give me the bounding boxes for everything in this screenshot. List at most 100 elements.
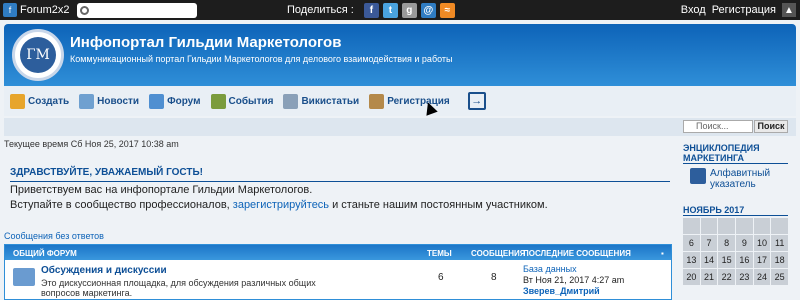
welcome-line-2: Вступайте в сообщество профессионалов, з… — [10, 198, 670, 213]
news-icon — [79, 93, 95, 109]
nav-label: События — [228, 95, 274, 107]
calendar-day[interactable]: 7 — [700, 235, 718, 251]
calendar-day[interactable]: 23 — [735, 269, 753, 285]
unanswered-link[interactable]: Сообщения без ответов — [4, 231, 104, 241]
facebook-icon[interactable]: f — [363, 2, 379, 18]
calendar-day[interactable]: 9 — [735, 235, 753, 251]
nav-register[interactable]: Регистрация — [369, 93, 450, 109]
calendar-day[interactable]: 10 — [753, 235, 771, 251]
calendar-day — [683, 218, 700, 234]
nav-forum[interactable]: Форум — [149, 93, 201, 109]
table-row[interactable]: Обсуждения и дискуссии Это дискуссионная… — [5, 260, 671, 300]
calendar-day[interactable]: 15 — [718, 252, 735, 268]
login-icon[interactable]: → — [467, 92, 486, 110]
calendar-day[interactable]: 8 — [718, 235, 735, 251]
calendar-day — [753, 218, 771, 234]
forum-description: Это дискуссионная площадка, для обсужден… — [41, 278, 316, 298]
email-icon[interactable]: @ — [420, 2, 436, 18]
nav-events[interactable]: События — [210, 93, 274, 109]
document-icon — [283, 93, 299, 109]
last-post-date: Вт Ноя 21, 2017 4:27 am — [523, 275, 625, 285]
calendar-day[interactable]: 6 — [683, 235, 700, 251]
welcome-line-2-start: Вступайте в сообщество профессионалов, — [10, 199, 233, 211]
site-description: Коммуникационный портал Гильдии Маркетол… — [70, 54, 453, 64]
last-post: База данных Вт Ноя 21, 2017 4:27 am Звер… — [523, 264, 624, 297]
alphabetical-index-line-2: указатель — [710, 179, 756, 190]
calendar-day[interactable]: 24 — [753, 269, 771, 285]
calendar-day[interactable]: 13 — [683, 252, 700, 268]
nav-wiki[interactable]: Викистатьи — [283, 93, 360, 109]
forum-name-link[interactable]: Обсуждения и дискуссии — [41, 265, 167, 276]
guild-logo-monogram: ГМ — [20, 37, 56, 73]
main-nav: Создать Новости Форум События Викистатьи… — [4, 86, 796, 116]
calendar-day — [771, 218, 788, 234]
last-post-user-link[interactable]: Зверев_Дмитрий — [523, 286, 624, 297]
collapse-icon[interactable]: ▪ — [661, 249, 664, 258]
site-title: Инфопортал Гильдии Маркетологов — [70, 34, 342, 51]
calendar-day[interactable]: 16 — [735, 252, 753, 268]
calendar-title: НОЯБРЬ 2017 — [683, 205, 788, 216]
brand-label: Forum2x2 — [20, 4, 70, 16]
calendar-day[interactable]: 25 — [771, 269, 788, 285]
calendar-day[interactable]: 14 — [700, 252, 718, 268]
sub-bar — [4, 118, 796, 136]
current-time: Текущее время Сб Ноя 25, 2017 10:38 am — [4, 139, 179, 149]
calendar-day[interactable]: 11 — [771, 235, 788, 251]
posts-count: 8 — [491, 272, 497, 283]
google-icon[interactable]: g — [401, 2, 417, 18]
welcome-line-2-end: и станьте нашим постоянным участником. — [329, 199, 548, 211]
nav-label: Викистатьи — [301, 95, 360, 107]
forum-topbar: f Forum2x2 Поделиться : f t g @ ≈ Вход Р… — [0, 0, 800, 20]
nav-label: Создать — [28, 95, 70, 107]
nav-label: Новости — [97, 95, 140, 107]
forum2x2-logo[interactable]: f Forum2x2 — [0, 3, 72, 17]
calendar-day[interactable]: 21 — [700, 269, 718, 285]
calendar-day — [700, 218, 718, 234]
search-icon — [80, 5, 89, 15]
register-form-icon — [369, 93, 385, 109]
forum-folder-icon — [13, 268, 35, 286]
forum-search-button[interactable]: Поиск — [754, 120, 788, 133]
calendar-day — [718, 218, 735, 234]
calendar-grid: 6 7 8 9 10 11 13 14 15 16 17 18 20 21 22 23 24 25 — [683, 218, 788, 285]
calendar-day[interactable]: 20 — [683, 269, 700, 285]
alphabetical-index-link[interactable]: Алфавитный указатель — [710, 168, 770, 190]
calendar-day[interactable]: 18 — [771, 252, 788, 268]
col-forum: ОБЩИЙ ФОРУМ — [13, 249, 77, 258]
twitter-icon[interactable]: t — [382, 2, 398, 18]
nav-label: Форум — [167, 95, 201, 107]
chat-bubbles-icon — [149, 93, 165, 109]
top-search-input[interactable] — [77, 2, 197, 18]
forum-table: ОБЩИЙ ФОРУМ ТЕМЫ СООБЩЕНИЯ ПОСЛЕДНИЕ СОО… — [4, 244, 672, 300]
last-topic-link[interactable]: База данных — [523, 264, 624, 275]
share-label: Поделиться : — [287, 4, 354, 16]
scroll-up-icon[interactable]: ▲ — [782, 3, 796, 17]
welcome-text: Приветствуем вас на инфопортале Гильдии … — [10, 183, 670, 213]
register-link[interactable]: Регистрация — [712, 4, 776, 16]
login-link[interactable]: Вход — [681, 4, 706, 16]
col-last: ПОСЛЕДНИЕ СООБЩЕНИЯ — [523, 249, 631, 258]
alphabetical-index-line-1: Алфавитный — [710, 168, 771, 179]
nav-label: Регистрация — [387, 95, 450, 107]
calendar-icon — [210, 93, 226, 109]
col-topics: ТЕМЫ — [427, 249, 452, 258]
forum2x2-icon: f — [3, 3, 17, 17]
welcome-title: ЗДРАВСТВУЙТЕ, УВАЖАЕМЫЙ ГОСТЬ! — [10, 167, 670, 182]
register-inline-link[interactable]: зарегистрируйтесь — [233, 199, 329, 211]
rss-icon[interactable]: ≈ — [439, 2, 455, 18]
calendar-day[interactable]: 17 — [753, 252, 771, 268]
topics-count: 6 — [438, 272, 444, 283]
pencil-icon — [10, 93, 25, 109]
welcome-line-1: Приветствуем вас на инфопортале Гильдии … — [10, 184, 313, 196]
forum-search-input[interactable]: Поиск... — [683, 120, 753, 133]
forum-table-header: ОБЩИЙ ФОРУМ ТЕМЫ СООБЩЕНИЯ ПОСЛЕДНИЕ СОО… — [5, 245, 671, 260]
book-icon — [690, 168, 706, 184]
encyclopedia-title: ЭНЦИКЛОПЕДИЯ МАРКЕТИНГА — [683, 143, 788, 164]
guild-logo[interactable]: ГМ — [12, 29, 64, 81]
calendar-day[interactable]: 22 — [718, 269, 735, 285]
site-header: ГМ Инфопортал Гильдии Маркетологов Комму… — [4, 24, 796, 86]
nav-create[interactable]: Создать — [10, 93, 70, 109]
calendar-day — [735, 218, 753, 234]
col-posts: СООБЩЕНИЯ — [471, 249, 526, 258]
nav-news[interactable]: Новости — [79, 93, 140, 109]
